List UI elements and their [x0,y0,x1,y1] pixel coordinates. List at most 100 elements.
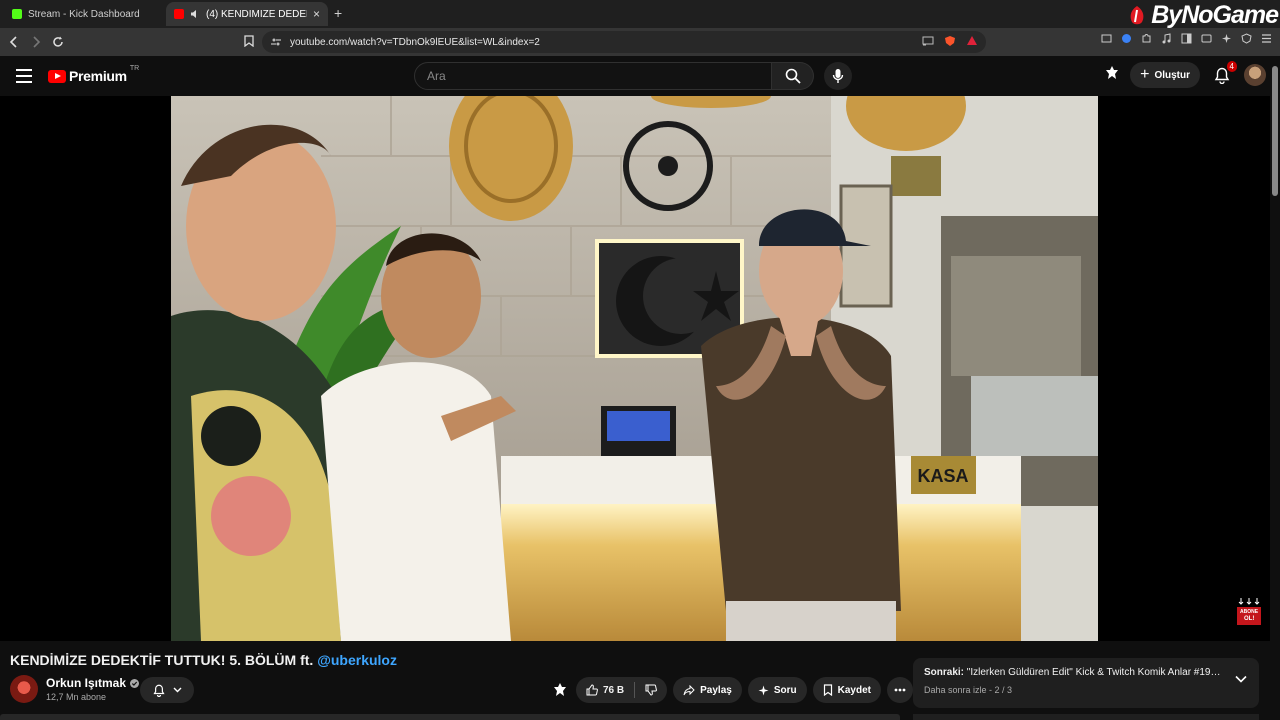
address-bar[interactable]: youtube.com/watch?v=TDbnOk9lEUE&list=WL&… [262,31,986,53]
channel-info: Orkun Işıtmak 12,7 Mn abone [10,675,140,703]
screenshot-icon[interactable] [1100,32,1112,44]
close-tab-icon[interactable]: × [313,7,320,21]
back-button[interactable] [3,31,25,53]
more-actions-button[interactable] [886,677,913,703]
page-scrollbar[interactable] [1270,56,1280,720]
playlist-next-card[interactable]: Sonraki: "İzlerken Güldüren Edit" Kick &… [913,658,1259,708]
chevron-down-icon [173,687,181,693]
wallet-icon[interactable] [1200,32,1212,44]
bynogame-text: ByNoGame [1151,0,1279,29]
brave-rewards-icon[interactable] [966,35,978,47]
video-actions: 76 B Paylaş Soru Kaydet [550,677,913,703]
voice-search-button[interactable] [824,62,852,90]
brave-shield-icon[interactable] [944,35,956,47]
bynogame-watermark: ByNoGame [1126,0,1280,30]
kasa-sign-text: KASA [917,466,968,486]
video-scene-image: KASA [171,96,1098,641]
abone-text-1: ABONE [1240,609,1259,615]
scrollbar-thumb[interactable] [1272,66,1278,196]
extension-blue-icon[interactable] [1120,32,1132,44]
url-text[interactable]: youtube.com/watch?v=TDbnOk9lEUE&list=WL&… [290,37,540,48]
expand-chevron-icon[interactable] [1235,675,1247,683]
next-title-text: "İzlerken Güldüren Edit" Kick & Twitch K… [966,667,1223,678]
video-title: KENDİMİZE DEDEKTİF TUTTUK! 5. BÖLÜM ft. … [10,652,397,668]
channel-avatar[interactable] [10,675,38,703]
channel-name[interactable]: Orkun Işıtmak [46,676,140,690]
playlist-position: Daha sonra izle - 2 / 3 [924,685,1013,695]
bookmark-icon[interactable] [244,35,254,47]
youtube-masthead: Premium TR + Oluştur 4 [0,56,1280,96]
subscription-bell-button[interactable] [140,677,194,703]
leo-ai-icon[interactable] [1220,32,1232,44]
video-player[interactable]: KASA [0,96,1270,641]
notifications-button[interactable]: 4 [1210,61,1237,87]
search-box[interactable] [414,62,772,90]
save-button[interactable]: Kaydet [812,677,881,703]
channel-name-text[interactable]: Orkun Işıtmak [46,676,126,690]
tab-youtube-video[interactable]: (4) KENDİMİZE DEDEKTİF TUT × [166,2,328,26]
bell-icon [152,684,165,697]
video-title-text: KENDİMİZE DEDEKTİF TUTTUK! 5. BÖLÜM ft. [10,652,314,668]
thumbs-down-icon [645,684,658,696]
subscribe-reminder-overlay[interactable]: ABONE OL! [1236,598,1262,626]
plus-icon: + [1140,66,1150,83]
tab-label: (4) KENDİMİZE DEDEKTİF TUT [206,8,307,20]
forward-button[interactable] [25,31,47,53]
ask-button[interactable]: Soru [747,677,807,703]
youtube-premium-logo[interactable]: Premium TR [48,65,140,84]
bookmark-icon [823,684,832,696]
remix-icon [554,683,566,696]
reload-icon [53,36,63,47]
sparkle-icon [758,685,769,695]
tab-label: Stream - Kick Dashboard [28,8,140,20]
share-button[interactable]: Paylaş [673,677,742,703]
logo-text: Premium [69,68,127,84]
share-label: Paylaş [700,684,732,696]
create-button[interactable]: + Oluştur [1130,62,1200,88]
music-icon[interactable] [1160,32,1172,44]
reload-button[interactable] [47,31,69,53]
ask-label: Soru [773,684,797,696]
notification-badge: 4 [1226,61,1237,72]
youtube-favicon-icon [174,9,184,19]
description-box-edge [0,714,900,720]
subscriber-count: 12,7 Mn abone [46,692,107,702]
guide-menu-icon[interactable] [16,69,32,83]
next-video-title[interactable]: Sonraki: "İzlerken Güldüren Edit" Kick &… [924,667,1223,678]
kick-favicon-icon [12,9,22,19]
cast-icon[interactable] [922,35,934,47]
site-info-icon[interactable] [270,36,282,48]
vpn-shield-icon[interactable] [1240,32,1252,44]
tab-kick-dashboard[interactable]: Stream - Kick Dashboard [4,2,164,26]
back-arrow-icon [9,36,17,48]
share-icon [683,684,695,695]
microphone-icon [832,69,844,83]
forward-arrow-icon [33,36,41,48]
mention-link[interactable]: @uberkuloz [317,652,397,668]
remix-button[interactable] [550,677,570,703]
like-button[interactable]: 76 B [576,677,634,703]
search-input[interactable] [427,69,771,83]
verified-check-icon [130,678,140,688]
browser-menu-icon[interactable] [1260,32,1272,44]
sidebar-chips-edge [913,714,1259,720]
like-count: 76 B [603,684,625,696]
account-avatar[interactable] [1244,64,1266,86]
create-shorts-icon[interactable] [1104,65,1120,86]
dislike-button[interactable] [635,677,667,703]
sidebar-icon[interactable] [1180,32,1192,44]
thumbs-up-icon [586,684,598,696]
abone-text-2: OL! [1244,616,1255,622]
new-tab-button[interactable]: + [334,5,342,21]
like-dislike-group: 76 B [576,677,668,703]
browser-tab-strip: Stream - Kick Dashboard (4) KENDİMİZE DE… [0,0,1280,30]
bynogame-logo-icon [1130,6,1144,25]
create-label: Oluştur [1154,69,1190,81]
search-icon [785,68,801,84]
video-frame[interactable]: KASA [171,96,1098,641]
next-prefix: Sonraki: [924,667,965,678]
youtube-play-icon [48,69,66,83]
search-button[interactable] [772,62,814,90]
puzzle-icon[interactable] [1140,32,1152,44]
region-code: TR [129,65,140,72]
